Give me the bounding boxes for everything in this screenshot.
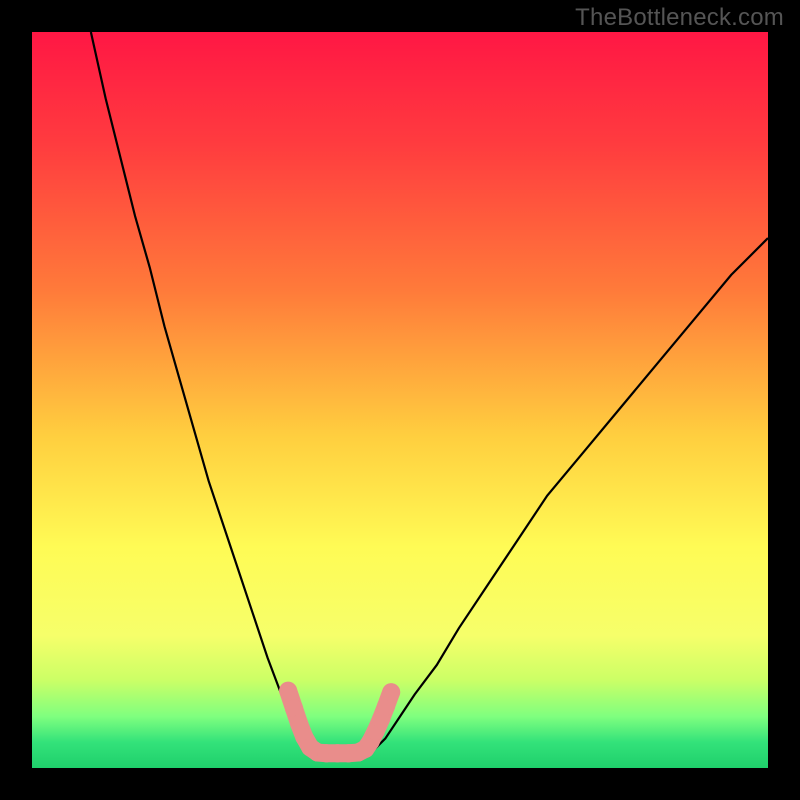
watermark-text: TheBottleneck.com <box>575 4 784 32</box>
pink-dot <box>382 683 400 701</box>
chart-frame: TheBottleneck.com <box>0 0 800 800</box>
plot-area <box>32 32 768 768</box>
pink-dot <box>285 699 303 717</box>
pink-dot <box>279 682 297 700</box>
chart-svg <box>32 32 768 768</box>
chart-background <box>32 32 768 768</box>
